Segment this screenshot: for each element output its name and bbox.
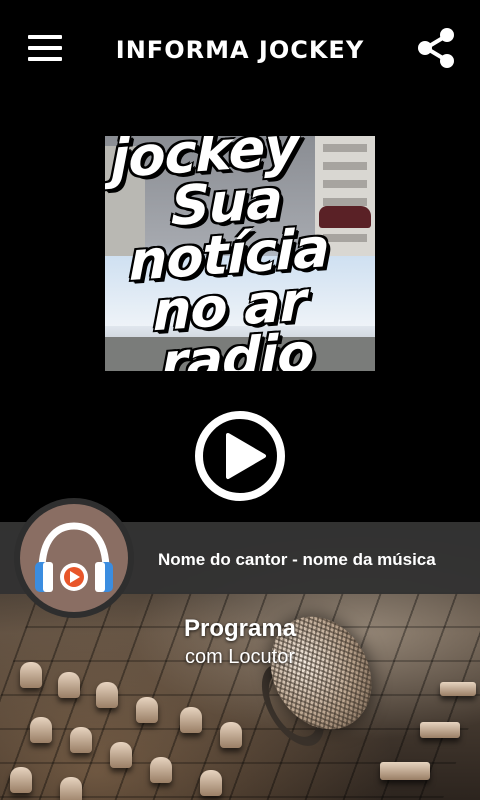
top-bar: INFORMA JOCKEY: [0, 0, 480, 100]
album-art: jockey Sua notícia no ar radio: [105, 136, 375, 371]
station-avatar: [14, 498, 134, 618]
album-art-text: jockey Sua notícia no ar radio: [111, 136, 375, 371]
play-circle-icon: [195, 411, 285, 501]
now-playing-text: Nome do cantor - nome da música: [158, 550, 436, 569]
headphones-icon: [35, 522, 113, 592]
program-title: Programa: [183, 615, 297, 642]
share-icon[interactable]: [414, 26, 458, 70]
app-title: INFORMA JOCKEY: [115, 36, 365, 64]
program-host: com Locutor: [184, 646, 296, 668]
app-root: INFORMA JOCKEY jockey Sua notícia no ar …: [0, 0, 480, 800]
menu-icon[interactable]: [22, 28, 68, 68]
play-button[interactable]: [194, 410, 286, 502]
